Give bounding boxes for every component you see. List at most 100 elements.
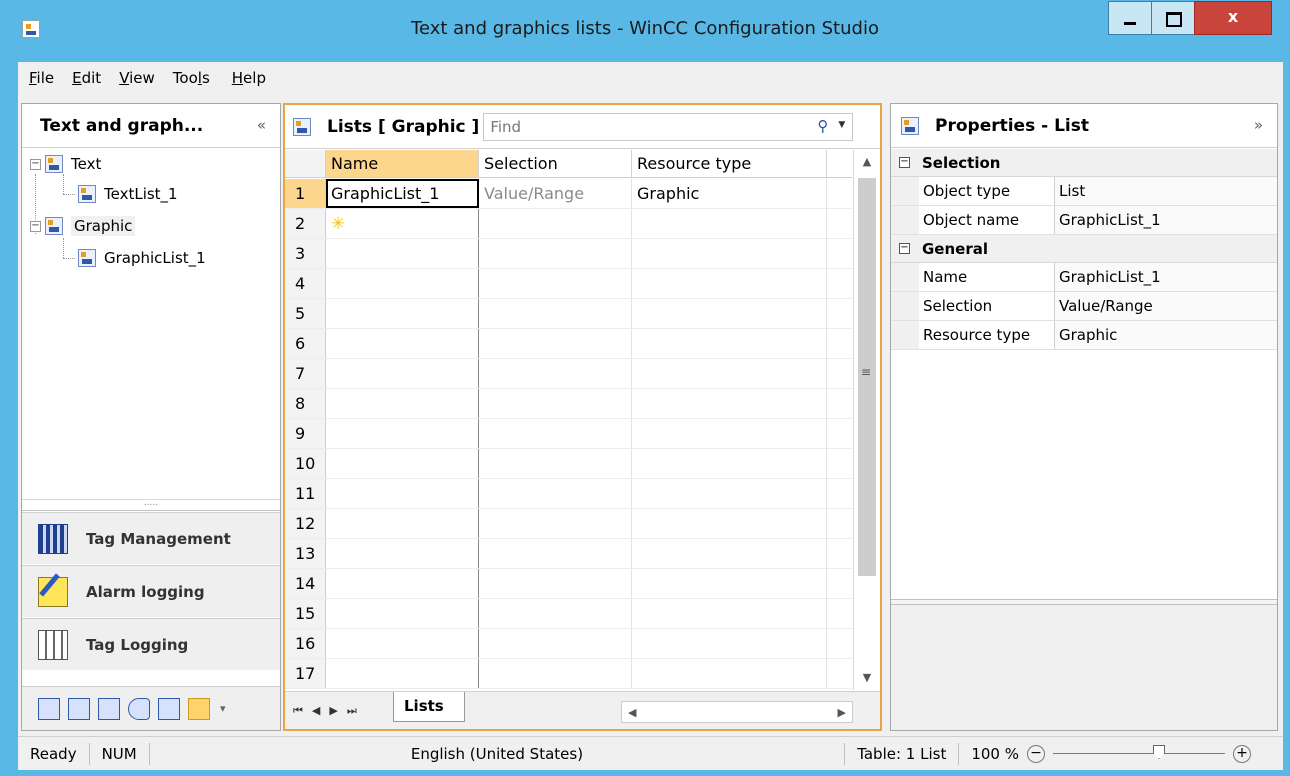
cell-resource-type[interactable] [632, 659, 827, 688]
row-number[interactable]: 6 [285, 329, 326, 358]
cell-selection[interactable]: Value/Range [479, 179, 632, 208]
row-number[interactable]: 14 [285, 569, 326, 598]
cell-selection[interactable] [479, 299, 632, 328]
property-row[interactable]: Object type List [891, 177, 1277, 206]
cell-resource-type[interactable] [632, 419, 827, 448]
cell-name[interactable]: GraphicList_1 [326, 179, 479, 208]
cell-name[interactable] [326, 509, 479, 538]
cell-name[interactable] [326, 479, 479, 508]
cell-resource-type[interactable] [632, 209, 827, 238]
cell-selection[interactable] [479, 599, 632, 628]
panel-splitter[interactable]: ..... [22, 499, 280, 511]
cell-resource-type[interactable] [632, 299, 827, 328]
cell-name[interactable] [326, 449, 479, 478]
tree-node-textlist-1[interactable]: TextList_1 [78, 182, 178, 206]
cell-name[interactable] [326, 329, 479, 358]
zoom-out-button[interactable]: − [1027, 744, 1045, 763]
property-row[interactable]: Name GraphicList_1 [891, 263, 1277, 292]
collapse-expander-icon[interactable]: − [899, 243, 910, 254]
tree-node-graphiclist-1[interactable]: GraphicList_1 [78, 246, 206, 270]
cell-resource-type[interactable] [632, 389, 827, 418]
row-number[interactable]: 5 [285, 299, 326, 328]
row-number[interactable]: 1 [285, 179, 326, 208]
scroll-left-icon[interactable]: ◀ [628, 706, 636, 719]
zoom-slider[interactable] [1053, 745, 1225, 759]
cell-name[interactable] [326, 389, 479, 418]
cell-selection[interactable] [479, 359, 632, 388]
next-sheet-icon[interactable]: ▶ [329, 704, 337, 718]
cell-resource-type[interactable] [632, 599, 827, 628]
table-row[interactable]: 9 [285, 419, 852, 449]
cell-name[interactable] [326, 419, 479, 448]
horizontal-scrollbar[interactable]: ◀ ▶ [621, 701, 853, 723]
row-number[interactable]: 15 [285, 599, 326, 628]
scroll-right-icon[interactable]: ▶ [838, 706, 846, 719]
tag-logging-button[interactable]: Tag Logging [22, 618, 280, 670]
row-number[interactable]: 13 [285, 539, 326, 568]
cell-resource-type[interactable] [632, 449, 827, 478]
property-row[interactable]: Selection Value/Range [891, 292, 1277, 321]
network-icon[interactable] [158, 697, 180, 720]
horn-icon[interactable] [128, 697, 150, 720]
tree-node-graphic[interactable]: − Graphic [30, 214, 136, 238]
cell-resource-type[interactable] [632, 629, 827, 658]
row-number[interactable]: 4 [285, 269, 326, 298]
scroll-down-icon[interactable]: ▼ [854, 666, 880, 690]
expand-icon[interactable]: » [1254, 116, 1263, 134]
collapse-expander-icon[interactable]: − [899, 157, 910, 168]
vertical-scrollbar[interactable]: ▲ ≡ ▼ [853, 150, 880, 690]
close-button[interactable]: x [1194, 1, 1272, 35]
cell-selection[interactable] [479, 389, 632, 418]
collapse-icon[interactable]: « [257, 116, 266, 134]
menu-edit[interactable]: Edit [63, 69, 110, 87]
table-row[interactable]: 3 [285, 239, 852, 269]
cell-resource-type[interactable] [632, 269, 827, 298]
cell-name[interactable] [326, 599, 479, 628]
table-row[interactable]: 8 [285, 389, 852, 419]
cell-resource-type[interactable] [632, 509, 827, 538]
cell-selection[interactable] [479, 209, 632, 238]
menu-help[interactable]: Help [223, 69, 275, 87]
row-number[interactable]: 11 [285, 479, 326, 508]
cell-name[interactable] [326, 299, 479, 328]
table-row[interactable]: 7 [285, 359, 852, 389]
cell-selection[interactable] [479, 479, 632, 508]
property-value[interactable]: List [1055, 177, 1277, 205]
text-graphics-lists-icon[interactable] [188, 697, 210, 720]
search-icon[interactable]: ⚲ [817, 117, 828, 135]
cell-selection[interactable] [479, 239, 632, 268]
property-row[interactable]: Resource type Graphic [891, 321, 1277, 350]
collapse-expander-icon[interactable]: − [30, 158, 41, 170]
cell-resource-type[interactable] [632, 329, 827, 358]
row-number[interactable]: 16 [285, 629, 326, 658]
property-value[interactable]: GraphicList_1 [1055, 206, 1277, 234]
cell-resource-type[interactable] [632, 239, 827, 268]
column-header-name[interactable]: Name [326, 150, 479, 177]
resize-grip-icon[interactable] [1263, 744, 1283, 764]
table-row[interactable]: 4 [285, 269, 852, 299]
select-all-corner[interactable] [285, 150, 326, 177]
tag-logging-icon[interactable] [98, 697, 120, 720]
cell-name[interactable] [326, 359, 479, 388]
cell-selection[interactable] [479, 569, 632, 598]
property-category-general[interactable]: − General [891, 235, 1277, 263]
cell-name[interactable] [326, 269, 479, 298]
cell-selection[interactable] [479, 449, 632, 478]
row-number[interactable]: 12 [285, 509, 326, 538]
cell-selection[interactable] [479, 269, 632, 298]
table-row[interactable]: 13 [285, 539, 852, 569]
menu-view[interactable]: View [110, 69, 164, 87]
cell-selection[interactable] [479, 509, 632, 538]
tag-management-icon[interactable] [38, 697, 60, 720]
scroll-up-icon[interactable]: ▲ [854, 150, 880, 174]
property-row[interactable]: Object name GraphicList_1 [891, 206, 1277, 235]
find-input[interactable]: Find ⚲ ▼ [483, 112, 854, 141]
zoom-in-button[interactable]: + [1233, 744, 1251, 763]
table-row[interactable]: 11 [285, 479, 852, 509]
row-number[interactable]: 9 [285, 419, 326, 448]
column-header-selection[interactable]: Selection [479, 150, 632, 177]
cell-selection[interactable] [479, 539, 632, 568]
row-number[interactable]: 3 [285, 239, 326, 268]
tag-management-button[interactable]: Tag Management [22, 512, 280, 564]
zoom-slider-thumb[interactable] [1153, 745, 1165, 759]
